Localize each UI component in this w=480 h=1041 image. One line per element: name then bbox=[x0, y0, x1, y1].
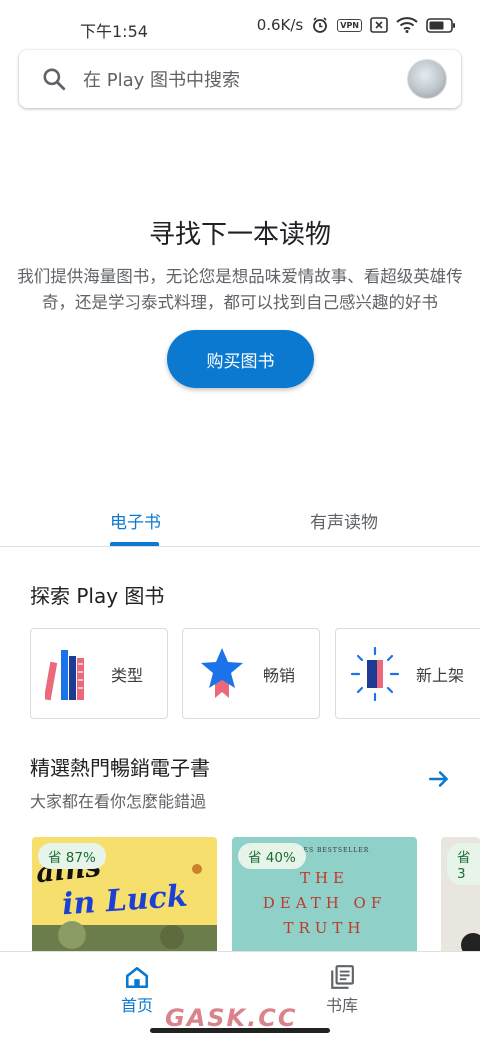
status-time: 下午1:54 bbox=[80, 22, 148, 41]
bestsellers-title: 精選熱門暢銷電子書 bbox=[30, 756, 210, 780]
search-icon[interactable] bbox=[41, 66, 67, 92]
category-card-new-releases[interactable]: 新上架 bbox=[335, 628, 480, 719]
category-label: 新上架 bbox=[416, 665, 465, 685]
discount-badge: 省 3 bbox=[447, 843, 480, 885]
network-speed: 0.6K/s bbox=[256, 16, 304, 34]
category-card-genres[interactable]: 类型 bbox=[30, 628, 168, 719]
category-label: 类型 bbox=[111, 665, 144, 685]
promo-description-line: 我们提供海量图书，无论您是想品味爱情故事、看超级英雄传 bbox=[17, 267, 463, 286]
book-cover[interactable]: K TIMES BESTSELLER THE DEATH OF TRUTH 省 … bbox=[232, 837, 417, 955]
search-input[interactable]: 在 Play 图书中搜索 bbox=[83, 66, 407, 92]
promo-description-line: 奇，还是学习泰式料理，都可以找到自己感兴趣的好书 bbox=[42, 293, 438, 312]
nav-label: 书库 bbox=[325, 996, 358, 1015]
explore-title: 探索 Play 图书 bbox=[30, 584, 165, 608]
book-cover[interactable]: ains in Luck 省 87% bbox=[32, 837, 217, 955]
arrow-right-icon[interactable] bbox=[426, 766, 452, 792]
account-avatar[interactable] bbox=[407, 59, 447, 99]
wifi-icon bbox=[396, 17, 418, 33]
search-bar[interactable]: 在 Play 图书中搜索 bbox=[19, 50, 461, 108]
tab-ebooks[interactable]: 电子书 bbox=[110, 508, 161, 533]
home-indicator[interactable] bbox=[150, 1028, 330, 1033]
star-ribbon-icon bbox=[201, 647, 243, 698]
battery-icon bbox=[426, 17, 455, 33]
vpn-icon: VPN bbox=[337, 18, 362, 32]
tab-indicator bbox=[110, 542, 159, 546]
buy-books-button[interactable]: 购买图书 bbox=[167, 330, 314, 388]
book-cover-title-line: THE bbox=[299, 869, 350, 887]
book-cover-title-line: TRUTH bbox=[283, 919, 366, 937]
discount-badge: 省 40% bbox=[238, 843, 306, 869]
books-icon bbox=[45, 649, 84, 700]
category-label: 畅销 bbox=[263, 665, 296, 685]
nav-library[interactable]: 书库 bbox=[302, 964, 382, 1016]
book-cover[interactable]: 省 3 bbox=[441, 837, 480, 955]
tab-audiobooks[interactable]: 有声读物 bbox=[310, 508, 378, 533]
new-book-icon bbox=[350, 646, 400, 701]
status-bar: 下午1:54 0.6K/s VPN bbox=[0, 0, 480, 48]
bestsellers-subtitle: 大家都在看你怎麼能錯過 bbox=[30, 792, 207, 811]
discount-badge: 省 87% bbox=[38, 843, 106, 869]
promo-title: 寻找下一本读物 bbox=[148, 220, 331, 250]
category-card-bestsellers[interactable]: 畅销 bbox=[182, 628, 320, 719]
content-tabs: 电子书 有声读物 bbox=[0, 492, 480, 547]
library-icon bbox=[331, 965, 354, 989]
no-sim-icon bbox=[370, 17, 388, 33]
alarm-icon bbox=[313, 17, 328, 33]
book-cover-title-line: DEATH OF bbox=[262, 894, 387, 912]
home-icon bbox=[125, 967, 149, 989]
promo-description: 我们提供海量图书，无论您是想品味爱情故事、看超级英雄传 奇，还是学习泰式料理，都… bbox=[0, 264, 480, 316]
status-icons: 0.6K/s VPN bbox=[257, 16, 456, 34]
